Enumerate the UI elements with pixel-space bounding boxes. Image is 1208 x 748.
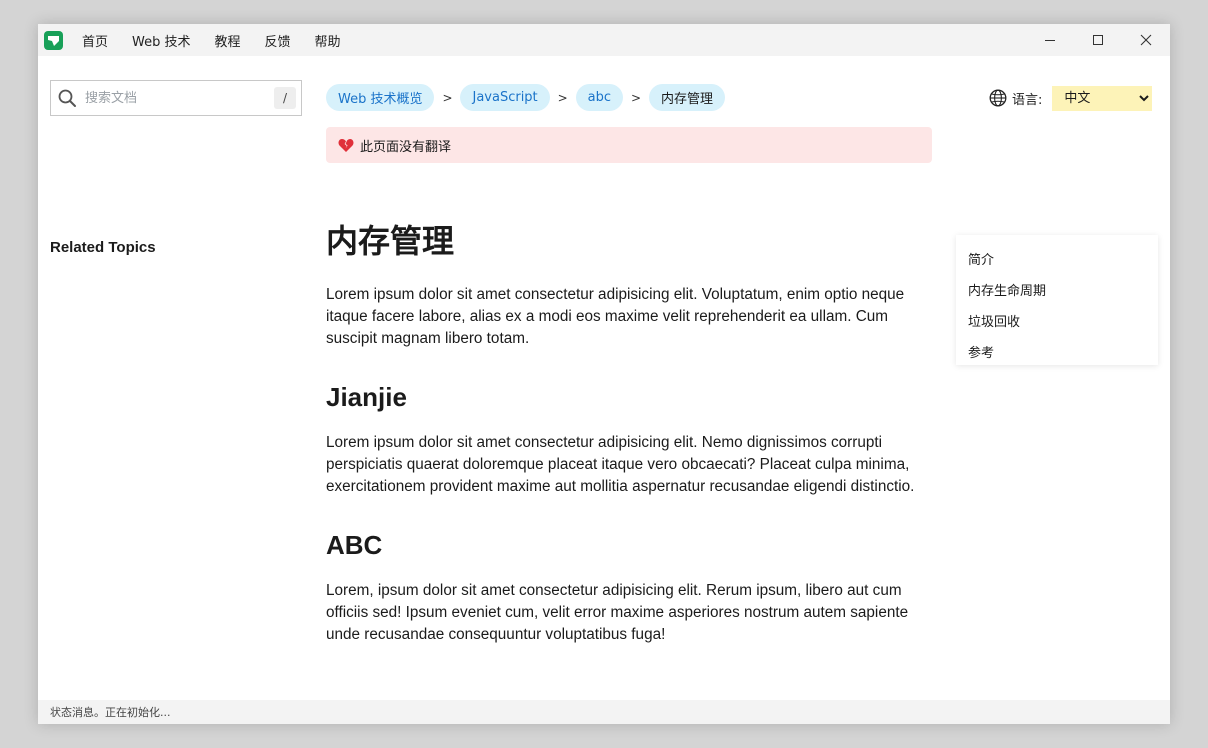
search-shortcut-key: / bbox=[274, 87, 296, 109]
section-body-jianjie: Lorem ipsum dolor sit amet consectetur a… bbox=[326, 434, 915, 495]
intro-paragraph: Lorem ipsum dolor sit amet consectetur a… bbox=[326, 286, 905, 347]
minimize-button[interactable] bbox=[1026, 24, 1074, 56]
toc-item-lifecycle[interactable]: 内存生命周期 bbox=[956, 274, 1158, 305]
breadcrumb: Web 技术概览 > JavaScript > abc > 内存管理 bbox=[326, 84, 726, 111]
maximize-button[interactable] bbox=[1074, 24, 1122, 56]
search-box[interactable]: / bbox=[50, 80, 302, 116]
toc-item-intro[interactable]: 简介 bbox=[956, 243, 1158, 274]
maximize-icon bbox=[1093, 35, 1103, 45]
search-icon bbox=[58, 89, 77, 112]
menu-item-help[interactable]: 帮助 bbox=[315, 31, 341, 50]
toc-item-references[interactable]: 参考 bbox=[956, 336, 1158, 367]
breadcrumb-separator: > bbox=[631, 90, 642, 105]
section-heading-jianjie: Jianjie bbox=[326, 382, 407, 412]
breadcrumb-item-javascript[interactable]: JavaScript bbox=[460, 84, 550, 111]
window-controls bbox=[1026, 24, 1170, 56]
related-topics-heading: Related Topics bbox=[50, 239, 156, 256]
menu-item-web-tech[interactable]: Web 技术 bbox=[132, 31, 190, 50]
language-switcher: 语言: 中文 bbox=[989, 85, 1153, 111]
close-button[interactable] bbox=[1122, 24, 1170, 56]
section-body-abc: Lorem, ipsum dolor sit amet consectetur … bbox=[326, 582, 909, 643]
broken-heart-icon bbox=[338, 138, 354, 153]
language-label: 语言: bbox=[1012, 92, 1043, 108]
app-logo-icon bbox=[44, 31, 63, 50]
close-icon bbox=[1140, 34, 1152, 46]
status-bar: 状态消息。正在初始化... bbox=[38, 700, 1170, 724]
title-bar: 首页 Web 技术 教程 反馈 帮助 bbox=[38, 24, 1170, 56]
status-message: 状态消息。正在初始化... bbox=[50, 706, 171, 719]
untranslated-notice: 此页面没有翻译 bbox=[326, 127, 932, 163]
toc-item-gc[interactable]: 垃圾回收 bbox=[956, 305, 1158, 336]
language-select[interactable]: 中文 bbox=[1052, 85, 1153, 111]
globe-icon bbox=[989, 89, 1007, 107]
menu-item-feedback[interactable]: 反馈 bbox=[265, 31, 291, 50]
menu-item-home[interactable]: 首页 bbox=[82, 31, 108, 50]
section-heading-abc: ABC bbox=[326, 530, 383, 560]
notice-text: 此页面没有翻译 bbox=[360, 139, 452, 155]
breadcrumb-item-abc[interactable]: abc bbox=[575, 84, 624, 111]
table-of-contents: 简介 内存生命周期 垃圾回收 参考 bbox=[956, 235, 1158, 365]
breadcrumb-item-web-tech-overview[interactable]: Web 技术概览 bbox=[326, 84, 435, 111]
breadcrumb-item-current: 内存管理 bbox=[649, 84, 726, 111]
page-title: 内存管理 bbox=[326, 222, 455, 260]
app-window: 首页 Web 技术 教程 反馈 帮助 / Rela bbox=[38, 24, 1170, 724]
menu-item-tutorials[interactable]: 教程 bbox=[215, 31, 241, 50]
search-input[interactable] bbox=[83, 87, 263, 109]
article: 内存管理 Lorem ipsum dolor sit amet consecte… bbox=[326, 220, 936, 676]
minimize-icon bbox=[1045, 40, 1055, 41]
breadcrumb-separator: > bbox=[442, 90, 453, 105]
breadcrumb-separator: > bbox=[557, 90, 568, 105]
menu-bar: 首页 Web 技术 教程 反馈 帮助 bbox=[82, 24, 365, 56]
